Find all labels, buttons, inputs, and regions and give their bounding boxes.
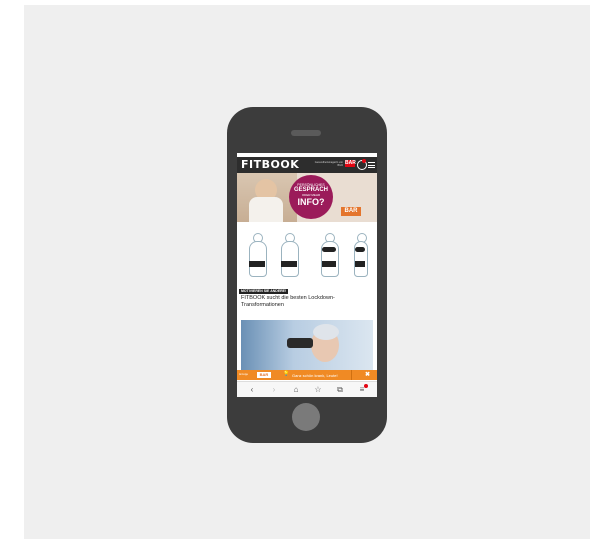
site-logo[interactable]: FITBOOK [241, 158, 299, 171]
banner-brand-logo: BAR [257, 372, 271, 378]
ad-person-body [249, 197, 283, 222]
tabs-icon[interactable]: ⧉ [335, 385, 345, 395]
ad-circle: PERSÖNLICHES GESPRÄCH ODER MEHR INFO? [289, 175, 333, 219]
home-icon[interactable]: ⌂ [291, 385, 301, 395]
figure-female-front [317, 233, 341, 281]
brand-badge[interactable]: BAR [345, 160, 356, 167]
ad-banner[interactable]: PERSÖNLICHES GESPRÄCH ODER MEHR INFO? BA… [237, 173, 377, 222]
ad-label: Anzeige [239, 373, 249, 376]
forward-icon[interactable]: › [269, 385, 279, 395]
figure-female-side [349, 233, 373, 281]
notification-dot [364, 384, 368, 388]
phone-screen: FITBOOK Gesundheitsmagazin von BILD BAR … [237, 153, 377, 397]
bookmark-icon[interactable]: ☆ [313, 385, 323, 395]
back-icon[interactable]: ‹ [247, 385, 257, 395]
banner-text: Ganz schön krank, Leute! [292, 372, 338, 378]
article-kicker: MOTIVIEREN SIE ANDERE! [239, 289, 289, 294]
phone-speaker [291, 130, 321, 136]
ad-brand-logo: BAR [341, 207, 361, 216]
home-button[interactable] [292, 403, 320, 431]
browser-navbar: ‹ › ⌂ ☆ ⧉ ≡ [237, 381, 377, 397]
figure-male-back [277, 233, 301, 281]
close-icon[interactable]: ✖ [365, 371, 370, 378]
site-header: FITBOOK Gesundheitsmagazin von BILD BAR [237, 157, 377, 173]
patient-hair [313, 324, 339, 340]
article-title[interactable]: FITBOOK sucht die besten Lockdown-Transf… [241, 295, 371, 309]
ad-line4: INFO? [297, 197, 325, 207]
notification-dot [362, 159, 366, 163]
bottom-ad-banner[interactable]: Anzeige BAR 💡 Ganz schön krank, Leute! ✖ [237, 370, 377, 380]
header-tagline: Gesundheitsmagazin von BILD [314, 161, 343, 167]
figure-male-front [245, 233, 269, 281]
banner-divider [351, 370, 352, 380]
article-card[interactable] [237, 227, 377, 291]
lightbulb-icon: 💡 [283, 371, 290, 377]
article-image[interactable] [241, 320, 373, 372]
eye-test-device [287, 338, 313, 348]
menu-icon[interactable] [368, 162, 375, 168]
